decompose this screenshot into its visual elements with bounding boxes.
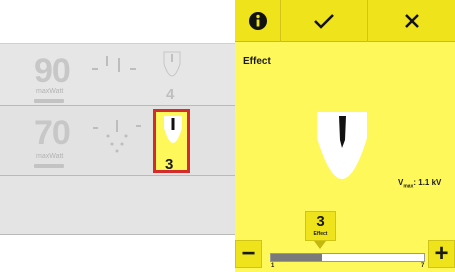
effect-slider[interactable] xyxy=(270,253,425,262)
vmax-sub: max xyxy=(403,183,414,190)
vmax-readout: Vmax: 1.1 kV xyxy=(398,178,441,190)
electrode-tip-icon xyxy=(164,116,182,143)
spray-pattern-icon xyxy=(93,120,141,153)
power-bar xyxy=(34,164,64,168)
info-button[interactable] xyxy=(235,0,281,42)
close-icon xyxy=(404,14,419,28)
effect-slider-fill xyxy=(271,254,322,261)
power-unit: maxWatt xyxy=(36,88,64,95)
confirm-button[interactable] xyxy=(281,0,368,42)
effect-dialog: Effect Vmax: 1.1 kV 3 Effect − 1 7 + xyxy=(235,0,455,272)
effect-level: 4 xyxy=(166,86,175,103)
effect-value: 3 xyxy=(316,213,325,230)
dots-pattern-icon xyxy=(92,56,136,72)
vmax-value: : 1.1 kV xyxy=(413,178,442,187)
mode-list-panel: 90 maxWatt 4 70 maxWatt 3 xyxy=(0,0,235,272)
power-value: 90 xyxy=(34,52,71,90)
power-bar xyxy=(34,99,64,103)
dialog-toolbar xyxy=(235,0,455,42)
checkmark-icon xyxy=(314,14,334,29)
power-value: 70 xyxy=(34,114,71,152)
dialog-title: Effect xyxy=(243,56,271,67)
selected-effect-level: 3 xyxy=(165,156,174,173)
electrode-tip-large-icon xyxy=(317,112,367,179)
mode-row-70[interactable]: 70 maxWatt xyxy=(0,106,235,176)
decrease-button[interactable]: − xyxy=(235,240,262,268)
power-unit: maxWatt xyxy=(36,153,64,160)
mode-row-90[interactable]: 90 maxWatt 4 xyxy=(0,43,235,106)
slider-max-label: 7 xyxy=(421,263,425,269)
info-icon xyxy=(248,12,267,30)
slider-pointer[interactable] xyxy=(314,241,326,249)
effect-value-box: 3 Effect xyxy=(305,211,336,241)
close-button[interactable] xyxy=(368,0,455,42)
mode-row-empty xyxy=(0,176,235,235)
screen: 90 maxWatt 4 70 maxWatt 3 Effect Vmax: 1… xyxy=(0,0,455,272)
increase-button[interactable]: + xyxy=(428,240,455,268)
slider-min-label: 1 xyxy=(271,263,275,269)
electrode-tip-icon xyxy=(163,51,181,77)
effect-value-label: Effect xyxy=(313,231,328,237)
